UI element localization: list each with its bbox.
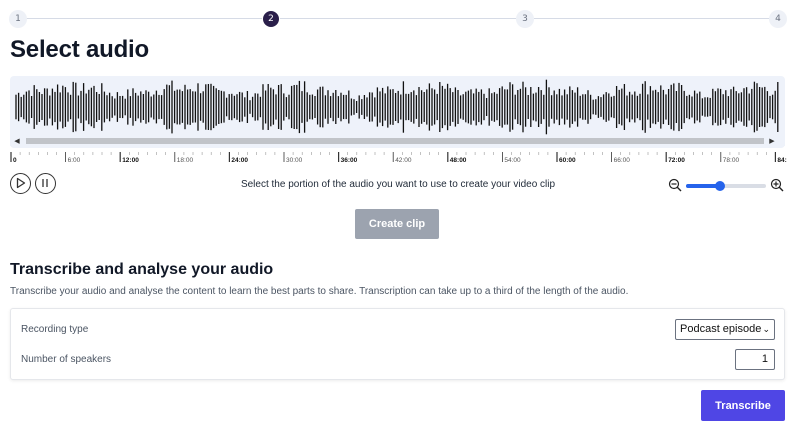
timeline-label: 6:00 [68, 157, 81, 164]
instruction-label: Select the portion of the audio you want… [240, 179, 556, 190]
transcribe-section-description: Transcribe your audio and analyse the co… [10, 286, 629, 297]
waveform-scrollbar[interactable]: ◀ ▶ [10, 136, 785, 146]
step-1[interactable]: 1 [9, 10, 27, 28]
timeline-label: 24:00 [231, 157, 248, 164]
recording-type-select[interactable]: Podcast episode ⌄ [675, 319, 775, 340]
zoom-slider-thumb[interactable] [714, 181, 725, 191]
timeline-label: 60:00 [559, 157, 576, 164]
scroll-right-icon[interactable]: ▶ [767, 136, 777, 146]
timeline-label: 54:00 [504, 157, 521, 164]
step-2[interactable]: 2 [263, 11, 279, 27]
speakers-input[interactable]: 1 [735, 349, 775, 370]
timeline-label: 30:00 [286, 157, 303, 164]
timeline-label: 12:00 [122, 157, 139, 164]
timeline-label: 48:00 [450, 157, 467, 164]
waveform-graphic[interactable] [10, 76, 785, 136]
recording-type-label: Recording type [21, 324, 89, 335]
zoom-slider[interactable] [686, 181, 766, 191]
timeline-label: 66:00 [614, 157, 631, 164]
timeline-label: 42:00 [395, 157, 412, 164]
step-4[interactable]: 4 [769, 10, 787, 28]
chevron-down-icon: ⌄ [762, 324, 770, 334]
timeline-label: 18:00 [177, 157, 194, 164]
transcribe-settings-card: Recording type Podcast episode ⌄ Number … [10, 308, 785, 380]
transcribe-section-title: Transcribe and analyse your audio [10, 261, 274, 278]
timeline: 0 6:00 12:00 18:00 24:00 30:00 36:00 42:00 48:00… [10, 150, 790, 166]
stepper-line [280, 18, 516, 19]
step-3[interactable]: 3 [516, 10, 534, 28]
page-title: Select audio [10, 36, 149, 63]
timeline-label: 36:00 [341, 157, 358, 164]
create-clip-button[interactable]: Create clip [355, 209, 439, 239]
timeline-label: 84: [777, 157, 786, 164]
speakers-label: Number of speakers [21, 354, 112, 365]
scrollbar-thumb[interactable] [26, 138, 764, 144]
timeline-label: 0 [13, 157, 17, 164]
scroll-left-icon[interactable]: ◀ [12, 136, 22, 146]
timeline-label: 78:00 [723, 157, 740, 164]
stepper: 1 2 3 4 [0, 0, 800, 38]
recording-type-value: Podcast episode [680, 323, 762, 335]
stepper-line [26, 18, 262, 19]
timeline-label: 72:00 [668, 157, 685, 164]
zoom-out-icon[interactable] [668, 178, 682, 192]
stepper-line [534, 18, 770, 19]
transcribe-button[interactable]: Transcribe [701, 390, 785, 421]
zoom-in-icon[interactable] [770, 178, 784, 192]
